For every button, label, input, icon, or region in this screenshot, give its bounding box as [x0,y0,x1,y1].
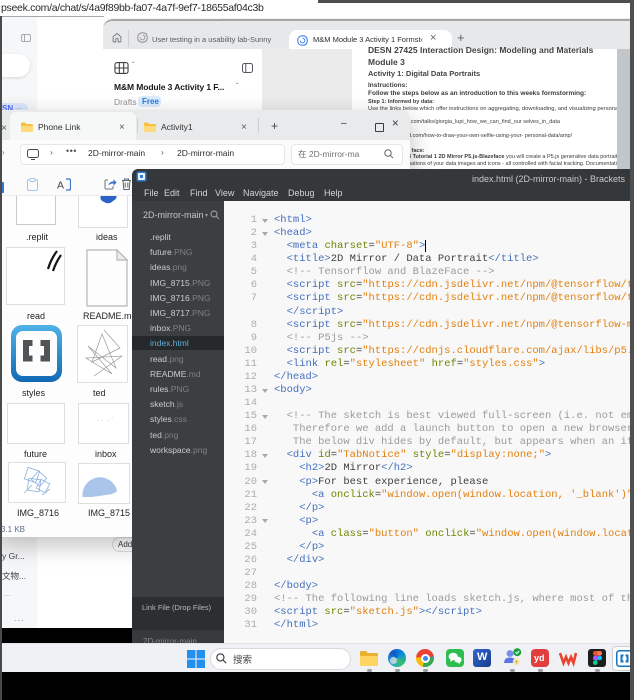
svg-text:A: A [57,180,64,192]
